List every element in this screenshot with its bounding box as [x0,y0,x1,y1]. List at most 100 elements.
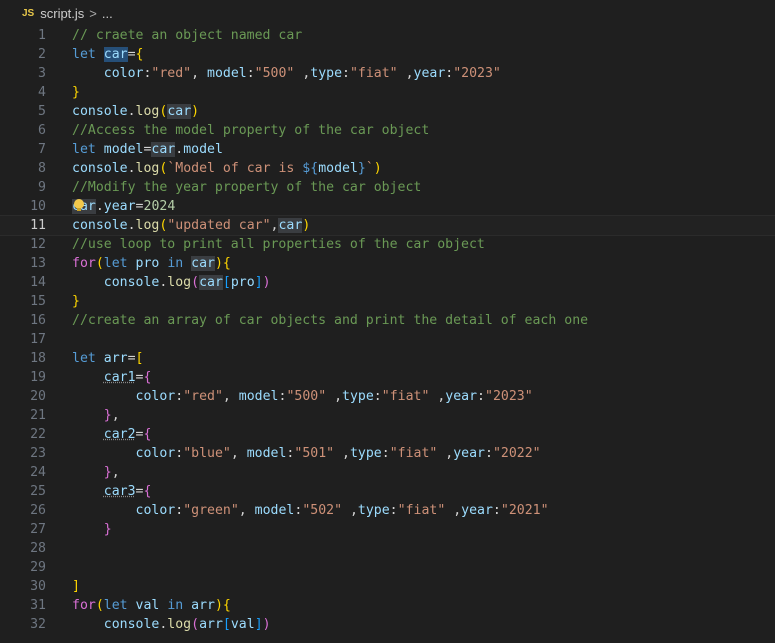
code-line[interactable]: 28 [0,539,775,558]
code-line[interactable]: 22 car2={ [0,425,775,444]
code-content[interactable]: console.log(`Model of car is ${model}`) [72,159,382,178]
code-content[interactable]: color:"red", model:"500" ,type:"fiat" ,y… [72,64,501,83]
line-number: 21 [30,408,46,423]
code-token: year [103,199,136,214]
code-content[interactable]: let model=car.model [72,140,223,159]
code-line[interactable]: 29 [0,558,775,577]
code-line[interactable]: 4} [0,83,775,102]
code-content[interactable]: //Access the model property of the car o… [72,121,429,140]
code-token: car [167,104,192,119]
code-content[interactable]: car2={ [72,425,152,444]
code-content[interactable]: } [72,292,80,311]
code-token: : [484,446,493,461]
code-content[interactable]: console.log("updated car",car) [72,216,310,235]
code-content[interactable]: console.log(car) [72,102,199,121]
line-number: 8 [38,161,46,176]
line-number: 18 [30,351,46,366]
code-line[interactable]: 21 }, [0,406,775,425]
line-number: 28 [30,541,46,556]
code-content[interactable]: car1={ [72,368,152,387]
code-line[interactable]: 30] [0,577,775,596]
code-line[interactable]: 19 car1={ [0,368,775,387]
code-content[interactable]: console.log(arr[val]) [72,615,271,634]
code-token: "updated car" [167,218,271,233]
code-content[interactable]: //create an array of car objects and pri… [72,311,588,330]
code-content[interactable]: // craete an object named car [72,26,302,45]
code-line[interactable]: 5 console.log(car) [0,102,775,121]
code-token: "red" [183,389,223,404]
code-line[interactable]: 11 console.log("updated car",car) [0,215,775,236]
code-content[interactable]: //use loop to print all properties of th… [72,235,485,254]
code-line[interactable]: 16 //create an array of car objects and p… [0,311,775,330]
line-number: 15 [30,294,46,309]
code-line[interactable]: 24 }, [0,463,775,482]
code-line[interactable]: 6 //Access the model property of the car … [0,121,775,140]
code-line[interactable]: 18 let arr=[ [0,349,775,368]
code-editor[interactable]: 1// craete an object named car 2 let car={… [0,26,775,643]
code-line[interactable]: 20 color:"red", model:"500" ,type:"fiat"… [0,387,775,406]
code-line[interactable]: 13 for(let pro in car){ [0,254,775,273]
code-token: : [373,389,382,404]
code-content[interactable]: } [72,83,80,102]
code-token: arr [199,617,223,632]
code-token: console [72,104,128,119]
code-line[interactable]: 12 //use loop to print all properties of … [0,235,775,254]
code-token: car [199,275,223,290]
code-token: : [175,389,184,404]
code-content[interactable]: color:"blue", model:"501" ,type:"fiat" ,… [72,444,541,463]
code-line[interactable]: 3 color:"red", model:"500" ,type:"fiat" … [0,64,775,83]
code-line[interactable]: 8 console.log(`Model of car is ${model}`) [0,159,775,178]
code-content[interactable]: let arr=[ [72,349,144,368]
code-token: [ [135,351,144,366]
code-line[interactable]: 7 let model=car.model [0,140,775,159]
code-token: , [397,66,414,81]
code-line[interactable]: 9 //Modify the year property of the car o… [0,178,775,197]
code-content[interactable]: ] [72,577,80,596]
code-line[interactable]: 2 let car={ [0,45,775,64]
code-line[interactable]: 14 console.log(car[pro]) [0,273,775,292]
line-number: 23 [30,446,46,461]
code-token: console [103,617,160,632]
code-line[interactable]: 17 [0,330,775,349]
code-token: pro [135,256,168,271]
code-token: } [357,161,366,176]
code-line[interactable]: 25 car3={ [0,482,775,501]
code-content[interactable]: color:"red", model:"500" ,type:"fiat" ,y… [72,387,533,406]
code-token: let [72,351,104,366]
code-token: 2024 [143,199,176,214]
code-line[interactable]: 31 for(let val in arr){ [0,596,775,615]
code-content[interactable]: //Modify the year property of the car ob… [72,178,421,197]
code-token: year [413,66,446,81]
code-token: . [95,199,104,214]
code-content[interactable]: car.year=2024 [72,197,175,216]
code-token: : [175,446,184,461]
line-number: 13 [30,256,46,271]
code-content[interactable]: let car={ [72,45,144,64]
code-content[interactable]: }, [72,406,120,425]
breadcrumb-file-name[interactable]: script.js [40,6,84,21]
code-token: in [167,598,192,613]
code-token: : [492,503,501,518]
code-line[interactable]: 32 console.log(arr[val]) [0,615,775,634]
code-line[interactable]: 26 color:"green", model:"502" ,type:"fia… [0,501,775,520]
lightbulb-icon[interactable] [74,199,84,211]
code-line[interactable]: 23 color:"blue", model:"501" ,type:"fiat… [0,444,775,463]
code-content[interactable]: for(let val in arr){ [72,596,231,615]
code-content[interactable]: } [72,520,112,539]
code-token: `Model of car is [167,161,303,176]
code-content[interactable]: console.log(car[pro]) [72,273,271,292]
code-line[interactable]: 1 // craete an object named car [0,26,775,45]
code-token: model [207,66,247,81]
code-token: car3 [103,484,136,499]
code-content[interactable]: car3={ [72,482,152,501]
code-line[interactable]: 27 } [0,520,775,539]
code-token: ${ [302,161,319,176]
code-content[interactable]: }, [72,463,120,482]
code-token: let [103,256,136,271]
code-line[interactable]: 15} [0,292,775,311]
breadcrumb-trail[interactable]: ... [102,6,113,21]
code-content[interactable]: for(let pro in car){ [72,254,231,273]
code-line[interactable]: 10 car.year=2024 [0,197,775,216]
code-content[interactable]: color:"green", model:"502" ,type:"fiat" … [72,501,549,520]
